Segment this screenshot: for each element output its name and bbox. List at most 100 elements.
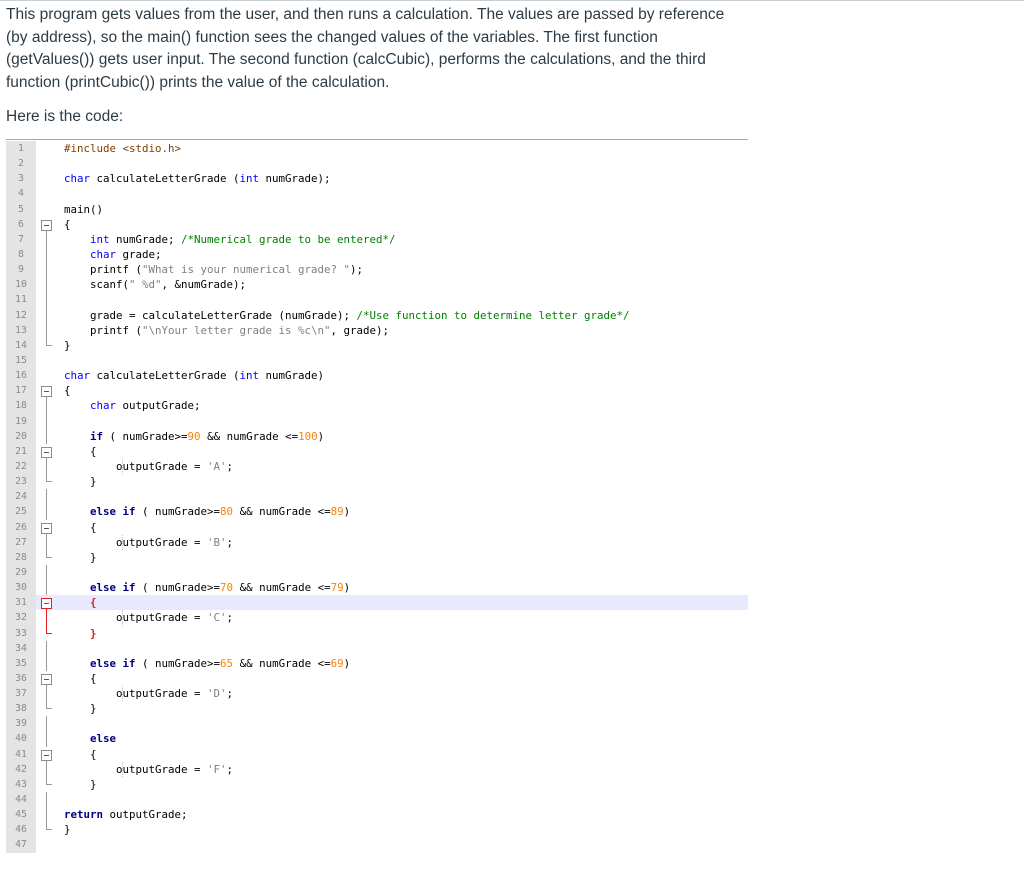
code-text: #include <stdio.h>	[64, 141, 181, 156]
code-token: );	[350, 263, 364, 277]
fold-end-marker	[36, 625, 58, 641]
fold-guide-line	[36, 655, 58, 671]
code-token: /*Numerical grade to be entered*/	[181, 232, 396, 246]
code-text: else if ( numGrade>=70 && numGrade <=79)	[64, 580, 350, 595]
code-token: scanf(	[64, 278, 130, 292]
code-line: 7 int numGrade; /*Numerical grade to be …	[6, 231, 748, 247]
line-number: 1	[6, 141, 36, 157]
top-divider	[0, 0, 1024, 1]
code-token: printf (	[64, 323, 143, 337]
code-line: 22 outputGrade = 'A';	[6, 458, 748, 475]
code-line: 38 }	[6, 701, 748, 717]
code-token: {	[64, 671, 97, 685]
line-number: 4	[6, 186, 36, 202]
fold-toggle-icon[interactable]	[36, 747, 58, 762]
code-token: outputGrade =	[64, 611, 208, 625]
line-number: 32	[6, 610, 36, 626]
code-token: ;	[226, 535, 234, 549]
code-token: 89	[330, 505, 344, 519]
code-line: 25 else if ( numGrade>=80 && numGrade <=…	[6, 504, 748, 520]
code-line: 45 return outputGrade;	[6, 807, 748, 823]
fold-toggle-icon[interactable]	[36, 217, 58, 232]
fold-toggle-icon[interactable]	[36, 595, 58, 611]
code-token: }	[64, 702, 97, 716]
code-line: 5 main()	[6, 201, 748, 217]
line-number: 28	[6, 549, 36, 565]
line-number: 25	[6, 504, 36, 520]
code-token: 'C'	[207, 611, 227, 625]
code-line: 36 {	[6, 670, 748, 687]
fold-toggle-icon[interactable]	[36, 520, 58, 535]
code-line: 3 char calculateLetterGrade (int numGrade…	[6, 171, 748, 187]
code-line: 39	[6, 716, 748, 732]
code-token: #include <stdio.h>	[64, 142, 182, 155]
fold-toggle-icon[interactable]	[36, 671, 58, 687]
fold-guide-line	[36, 761, 58, 777]
code-token: {	[90, 596, 97, 610]
code-token: outputGrade =	[64, 762, 208, 776]
code-line: 46}	[6, 822, 748, 838]
fold-guide-line	[36, 428, 58, 444]
fold-toggle-icon[interactable]	[36, 444, 58, 459]
code-token: ( numGrade>=	[103, 429, 188, 443]
code-token: "What is your numerical grade? "	[142, 263, 351, 277]
code-token: 79	[330, 581, 344, 595]
code-token: 70	[220, 581, 234, 595]
code-token: outputGrade;	[103, 808, 188, 822]
code-token: )	[343, 581, 351, 595]
line-number: 46	[6, 822, 36, 838]
line-number: 41	[6, 746, 36, 762]
code-token: 90	[187, 429, 201, 443]
line-number: 18	[6, 398, 36, 414]
code-token: }	[64, 338, 71, 352]
line-number: 35	[6, 655, 36, 671]
code-text: int numGrade; /*Numerical grade to be en…	[64, 232, 396, 247]
code-token: return	[64, 808, 104, 822]
code-token: main()	[64, 202, 104, 216]
fold-guide-line	[36, 792, 58, 808]
code-token: " %d"	[129, 278, 162, 292]
fold-guide-line	[36, 246, 58, 263]
code-text: grade = calculateLetterGrade (numGrade);…	[64, 308, 630, 323]
code-text: {	[64, 671, 97, 686]
code-line: 28 }	[6, 549, 748, 565]
code-text: else if ( numGrade>=80 && numGrade <=89)	[64, 504, 350, 519]
code-token: /*Use function to determine letter grade…	[356, 308, 630, 322]
code-token: outputGrade =	[64, 459, 208, 473]
line-number: 31	[6, 595, 36, 611]
line-number: 22	[6, 458, 36, 475]
line-number: 13	[6, 322, 36, 338]
line-number: 40	[6, 731, 36, 747]
fold-toggle-icon[interactable]	[36, 383, 58, 399]
fold-guide-line	[36, 322, 58, 338]
line-number: 45	[6, 807, 36, 823]
code-line: 17 {	[6, 383, 748, 399]
code-line: 12 grade = calculateLetterGrade (numGrad…	[6, 307, 748, 323]
fold-guide-line	[36, 398, 58, 414]
code-token: ;	[226, 687, 234, 701]
code-line: 29	[6, 564, 748, 581]
code-text: }	[64, 701, 97, 716]
fold-guide-line	[36, 731, 58, 747]
code-line: 27 outputGrade = 'B';	[6, 534, 748, 550]
line-number: 10	[6, 277, 36, 293]
code-line: 21 {	[6, 443, 748, 459]
code-line: 42 outputGrade = 'F';	[6, 761, 748, 777]
line-number: 20	[6, 428, 36, 444]
code-token: {	[64, 384, 71, 398]
fold-end-marker	[36, 776, 58, 792]
code-token: else if	[90, 656, 136, 670]
code-token: 'B'	[207, 535, 227, 549]
code-token: else	[90, 732, 117, 746]
fold-guide-line	[36, 458, 58, 475]
code-token: 'A'	[207, 459, 227, 473]
code-token: {	[64, 444, 97, 458]
code-line: 9 printf ("What is your numerical grade?…	[6, 262, 748, 278]
code-line: 15	[6, 352, 748, 369]
code-token: }	[90, 626, 97, 640]
code-line: 19	[6, 413, 748, 429]
